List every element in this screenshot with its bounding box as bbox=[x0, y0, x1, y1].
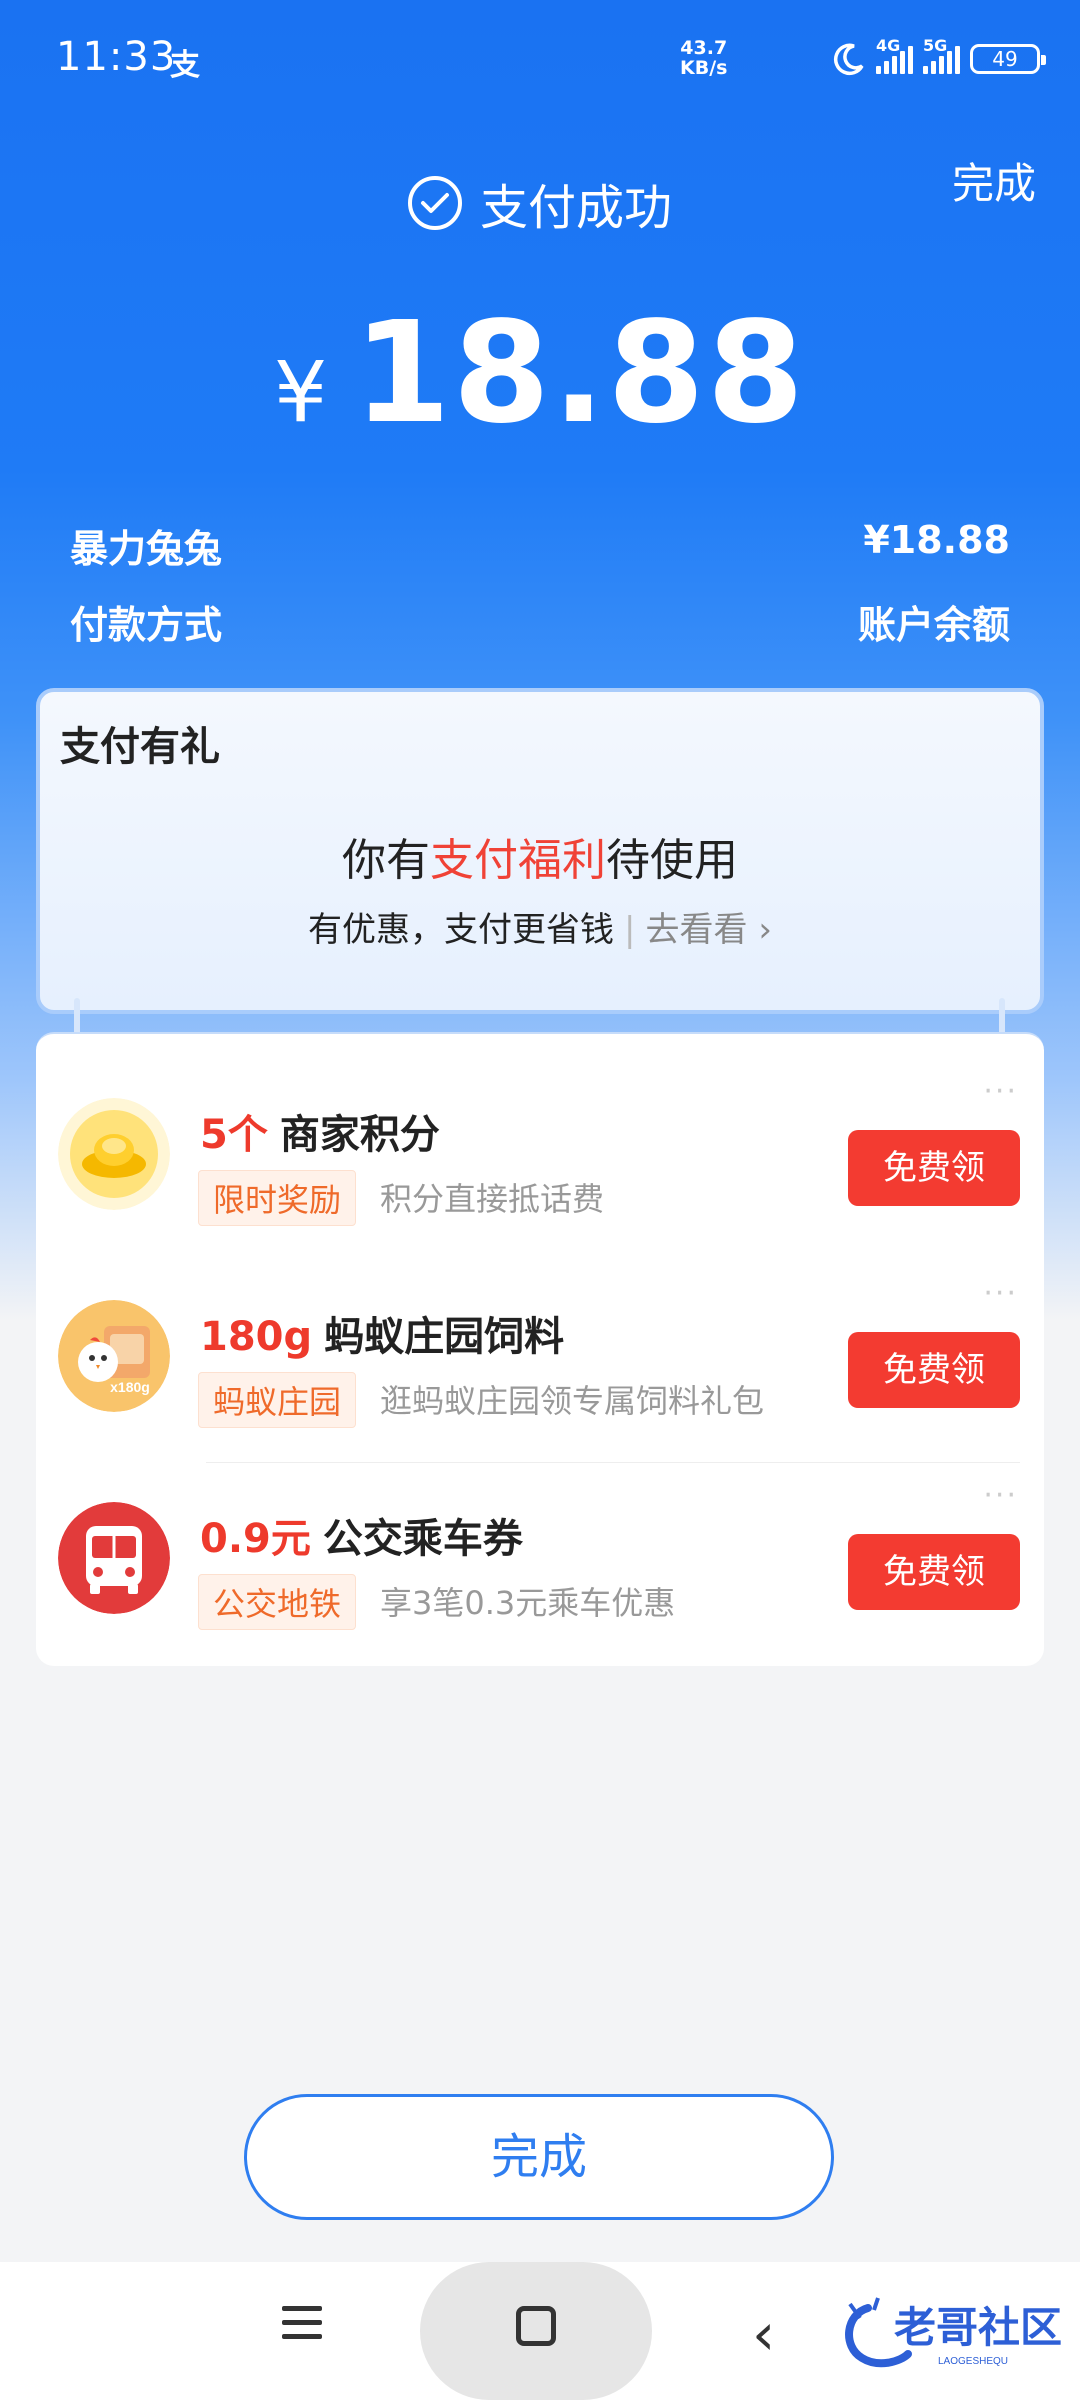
claim-free-button[interactable]: 免费领 bbox=[848, 1130, 1020, 1206]
moon-icon bbox=[833, 43, 864, 76]
gift-sub-text: 有优惠，支付更省钱 | 去看看 › bbox=[40, 902, 1040, 951]
merchant-amount: ¥18.88 bbox=[863, 518, 1010, 562]
payment-method-label: 付款方式 bbox=[70, 603, 223, 647]
reward-tag: 公交地铁 bbox=[198, 1574, 357, 1630]
gift-main-highlight: 支付福利 bbox=[430, 835, 606, 886]
more-dots-icon[interactable]: ··· bbox=[983, 1276, 1018, 1311]
reward-item-points[interactable]: ··· 5个 商家积分 限时奖励 积分直接抵话费 免费领 bbox=[36, 1056, 1044, 1256]
status-time: 11:33 bbox=[56, 34, 177, 80]
payment-amount: ¥ 18.88 bbox=[0, 292, 1080, 455]
gift-main-text: 你有支付福利待使用 bbox=[40, 824, 1040, 888]
back-icon[interactable]: ‹ bbox=[752, 2300, 775, 2368]
menu-icon[interactable] bbox=[282, 2306, 322, 2348]
signal-4g-icon: 4G bbox=[876, 36, 913, 74]
payment-success-title: 支付成功 bbox=[0, 168, 1080, 238]
payment-method-row: 付款方式 账户余额 bbox=[70, 594, 1010, 649]
reward-name: 商家积分 bbox=[279, 1112, 440, 1158]
reward-name: 蚂蚁庄园饲料 bbox=[324, 1314, 565, 1360]
network-speed: 43.7 KB/s bbox=[680, 38, 727, 78]
merchant-row: 暴力兔兔 ¥18.88 bbox=[70, 518, 1010, 573]
gift-main-suffix: 待使用 bbox=[606, 835, 738, 886]
reward-quantity: 5个 bbox=[200, 1112, 268, 1158]
gift-sub-label: 有优惠，支付更省钱 bbox=[308, 910, 615, 950]
reward-tag: 蚂蚁庄园 bbox=[198, 1372, 357, 1428]
reward-title: 5个 商家积分 bbox=[200, 1102, 440, 1160]
payment-method-value: 账户余额 bbox=[857, 603, 1010, 647]
network-speed-unit: KB/s bbox=[680, 57, 728, 79]
watermark-text: 老哥社区 bbox=[894, 2304, 1062, 2351]
feed-badge: x180g bbox=[110, 1379, 150, 1395]
more-dots-icon[interactable]: ··· bbox=[983, 1478, 1018, 1513]
rewards-list: ··· 5个 商家积分 限时奖励 积分直接抵话费 免费领 ··· x180g 18… bbox=[36, 1032, 1044, 1666]
chevron-right-icon: › bbox=[758, 910, 772, 950]
gift-see-more-link[interactable]: 去看看 › bbox=[646, 910, 772, 950]
status-icons: 4G 5G 49 bbox=[832, 34, 1046, 84]
reward-title: 0.9元 公交乘车券 bbox=[200, 1506, 523, 1564]
reward-desc: 积分直接抵话费 bbox=[380, 1180, 605, 1218]
chick-feed-icon: x180g bbox=[58, 1300, 170, 1412]
divider: | bbox=[624, 910, 636, 950]
battery-icon: 49 bbox=[970, 44, 1046, 74]
reward-quantity: 0.9元 bbox=[200, 1516, 311, 1562]
reward-desc: 逛蚂蚁庄园领专属饲料礼包 bbox=[380, 1382, 765, 1420]
claim-free-button[interactable]: 免费领 bbox=[848, 1332, 1020, 1408]
currency-symbol: ¥ bbox=[273, 343, 328, 441]
gift-title: 支付有礼 bbox=[60, 724, 220, 770]
reward-quantity: 180g bbox=[200, 1314, 313, 1360]
reward-item-bus[interactable]: ··· 0.9元 公交乘车券 公交地铁 享3笔0.3元乘车优惠 免费领 bbox=[36, 1460, 1044, 1660]
reward-desc: 享3笔0.3元乘车优惠 bbox=[380, 1584, 676, 1622]
reward-tag: 限时奖励 bbox=[198, 1170, 357, 1226]
signal-5g-icon: 5G bbox=[923, 36, 960, 74]
watermark-subtext: LAOGESHEQU bbox=[938, 2356, 1008, 2367]
gold-ingot-icon bbox=[58, 1098, 170, 1210]
amount-value: 18.88 bbox=[353, 292, 807, 455]
watermark-logo: 老哥社区 LAOGESHEQU bbox=[845, 2297, 1062, 2368]
bus-icon bbox=[58, 1502, 170, 1614]
claim-free-button[interactable]: 免费领 bbox=[848, 1534, 1020, 1610]
alipay-notification-icon: 支 bbox=[170, 48, 200, 83]
done-button[interactable]: 完成 bbox=[244, 2094, 834, 2220]
reward-item-feed[interactable]: ··· x180g 180g 蚂蚁庄园饲料 蚂蚁庄园 逛蚂蚁庄园领专属饲料礼包 免… bbox=[36, 1258, 1044, 1458]
merchant-name: 暴力兔兔 bbox=[70, 527, 223, 571]
gift-main-prefix: 你有 bbox=[342, 835, 430, 886]
gift-see-more-label: 去看看 bbox=[645, 910, 748, 950]
home-icon[interactable] bbox=[516, 2306, 556, 2346]
check-circle-icon bbox=[407, 176, 462, 230]
reward-title: 180g 蚂蚁庄园饲料 bbox=[200, 1304, 564, 1362]
reward-name: 公交乘车券 bbox=[322, 1516, 523, 1562]
success-text: 支付成功 bbox=[479, 180, 672, 236]
payment-gift-card[interactable]: 支付有礼 你有支付福利待使用 有优惠，支付更省钱 | 去看看 › bbox=[36, 688, 1044, 1014]
network-speed-value: 43.7 bbox=[680, 37, 728, 59]
more-dots-icon[interactable]: ··· bbox=[983, 1074, 1018, 1109]
